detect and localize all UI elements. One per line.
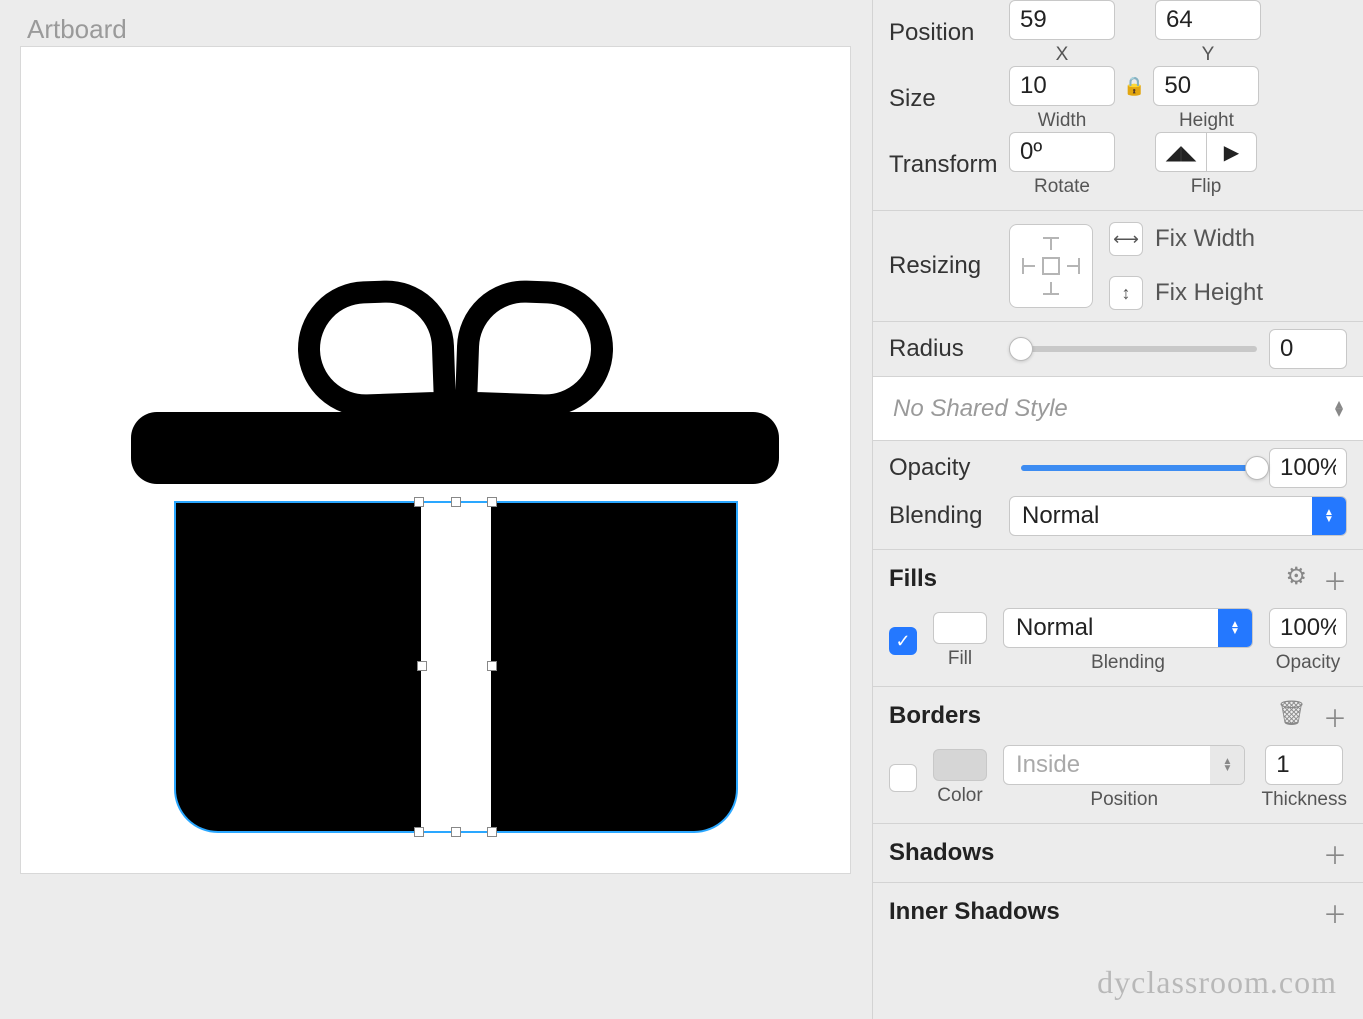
- blending-select[interactable]: Normal ▲▼: [1009, 496, 1347, 536]
- radius-input[interactable]: [1269, 329, 1347, 369]
- selection-handle[interactable]: [417, 661, 427, 671]
- border-position-sublabel: Position: [1003, 789, 1245, 811]
- border-enabled-checkbox[interactable]: [889, 764, 917, 792]
- shadows-title: Shadows: [889, 839, 994, 867]
- fill-enabled-checkbox[interactable]: ✓: [889, 627, 917, 655]
- flip-sublabel: Flip: [1155, 176, 1257, 198]
- inner-shadows-title: Inner Shadows: [889, 898, 1060, 926]
- fill-blending-sublabel: Blending: [1003, 652, 1253, 674]
- position-label: Position: [889, 19, 1009, 47]
- fill-sublabel: Fill: [933, 648, 987, 670]
- artboard-label[interactable]: Artboard: [27, 14, 127, 45]
- width-sublabel: Width: [1009, 110, 1115, 132]
- flip-vertical-button[interactable]: ▶: [1206, 133, 1256, 171]
- selection-handle[interactable]: [487, 827, 497, 837]
- y-sublabel: Y: [1155, 44, 1261, 66]
- selection-handle[interactable]: [451, 497, 461, 507]
- width-input[interactable]: [1009, 66, 1115, 106]
- opacity-label: Opacity: [889, 454, 1009, 482]
- chevron-updown-icon: ▲▼: [1218, 609, 1252, 647]
- rotate-input[interactable]: [1009, 132, 1115, 172]
- selection-handle[interactable]: [414, 827, 424, 837]
- fill-color-swatch[interactable]: [933, 612, 987, 644]
- borders-title: Borders: [889, 702, 981, 730]
- flip-horizontal-button[interactable]: ◢◣: [1156, 133, 1206, 171]
- size-label: Size: [889, 85, 1009, 113]
- radius-label: Radius: [889, 335, 1009, 363]
- fill-blending-select[interactable]: Normal ▲▼: [1003, 608, 1253, 648]
- trash-icon[interactable]: 🗑: [1277, 699, 1307, 734]
- transform-label: Transform: [889, 151, 1009, 179]
- position-x-input[interactable]: [1009, 0, 1115, 40]
- selection-handle[interactable]: [451, 827, 461, 837]
- border-color-sublabel: Color: [933, 785, 987, 807]
- opacity-slider[interactable]: [1021, 465, 1257, 471]
- plus-icon[interactable]: ＋: [1323, 836, 1347, 871]
- gift-lid[interactable]: [131, 412, 779, 484]
- border-position-select[interactable]: Inside ▲▼: [1003, 745, 1245, 785]
- chevron-updown-icon: ▴▾: [1335, 401, 1343, 417]
- inspector-panel: Position X Y Size Width 🔒 Height: [872, 0, 1363, 1019]
- height-input[interactable]: [1153, 66, 1259, 106]
- selection-handle[interactable]: [487, 661, 497, 671]
- plus-icon[interactable]: ＋: [1323, 895, 1347, 930]
- shared-style-placeholder: No Shared Style: [893, 395, 1068, 423]
- fill-blending-value: Normal: [1016, 614, 1093, 642]
- resizing-constraints-widget[interactable]: [1009, 224, 1093, 308]
- border-thickness-input[interactable]: [1265, 745, 1343, 785]
- watermark: dyclassroom.com: [1097, 964, 1337, 1001]
- chevron-updown-icon: ▲▼: [1312, 497, 1346, 535]
- slider-thumb[interactable]: [1245, 456, 1269, 480]
- slider-thumb[interactable]: [1009, 337, 1033, 361]
- gift-ribbon-gap[interactable]: [421, 502, 491, 832]
- rotate-sublabel: Rotate: [1009, 176, 1115, 198]
- fill-opacity-sublabel: Opacity: [1269, 652, 1347, 674]
- artboard[interactable]: [20, 46, 851, 874]
- fills-title: Fills: [889, 565, 937, 593]
- fill-opacity-input[interactable]: [1269, 608, 1347, 648]
- flip-group: ◢◣ ▶: [1155, 132, 1257, 172]
- plus-icon[interactable]: ＋: [1323, 699, 1347, 734]
- fix-height-label[interactable]: Fix Height: [1155, 279, 1263, 307]
- plus-icon[interactable]: ＋: [1323, 562, 1347, 597]
- opacity-input[interactable]: [1269, 448, 1347, 488]
- resizing-label: Resizing: [889, 252, 1009, 280]
- fix-height-icon[interactable]: ↕: [1109, 276, 1143, 310]
- blending-label: Blending: [889, 502, 1009, 530]
- blending-value: Normal: [1022, 502, 1099, 530]
- canvas-area: Artboard: [0, 0, 872, 1019]
- gear-icon[interactable]: ⚙: [1285, 562, 1307, 597]
- fix-width-label[interactable]: Fix Width: [1155, 225, 1255, 253]
- border-color-swatch[interactable]: [933, 749, 987, 781]
- height-sublabel: Height: [1153, 110, 1259, 132]
- radius-slider[interactable]: [1021, 346, 1257, 352]
- gift-bow-left[interactable]: [296, 278, 457, 418]
- border-position-value: Inside: [1016, 751, 1080, 779]
- shared-style-select[interactable]: No Shared Style ▴▾: [873, 377, 1363, 441]
- chevron-updown-icon: ▲▼: [1210, 746, 1244, 784]
- position-y-input[interactable]: [1155, 0, 1261, 40]
- fix-width-icon[interactable]: ⟷: [1109, 222, 1143, 256]
- selection-handle[interactable]: [487, 497, 497, 507]
- lock-icon[interactable]: 🔒: [1123, 76, 1145, 97]
- border-thickness-sublabel: Thickness: [1261, 789, 1347, 811]
- x-sublabel: X: [1009, 44, 1115, 66]
- gift-bow-right[interactable]: [455, 278, 616, 418]
- selection-handle[interactable]: [414, 497, 424, 507]
